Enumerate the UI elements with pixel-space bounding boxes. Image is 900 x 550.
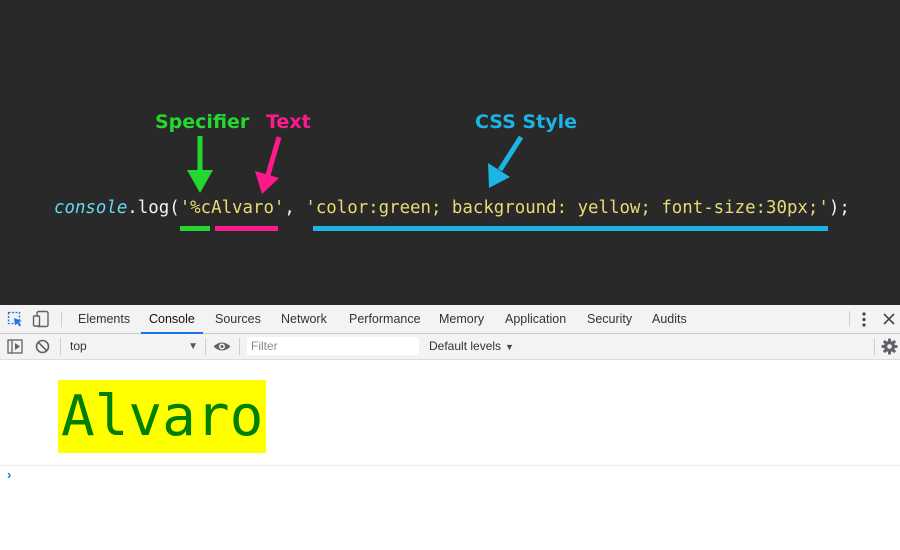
code-method: log bbox=[137, 198, 170, 218]
chevron-down-icon: ▼ bbox=[505, 342, 514, 352]
toolbar-separator bbox=[874, 338, 875, 355]
tab-application[interactable]: Application bbox=[505, 305, 566, 333]
toolbar-separator bbox=[60, 338, 61, 355]
devtools-tab-bar: Elements Console Sources Network Perform… bbox=[0, 305, 900, 334]
tab-separator bbox=[849, 311, 850, 327]
tab-elements[interactable]: Elements bbox=[78, 305, 130, 333]
code-comma: , bbox=[284, 198, 306, 218]
console-output: Alvaro bbox=[0, 360, 900, 466]
code-close: ); bbox=[828, 198, 850, 218]
execution-context-select[interactable]: top ▼ bbox=[70, 334, 198, 359]
inspect-element-icon[interactable] bbox=[7, 311, 24, 328]
code-open-paren: ( bbox=[169, 198, 180, 218]
filter-input[interactable] bbox=[247, 337, 419, 355]
log-levels-dropdown[interactable]: Default levels ▼ bbox=[429, 334, 514, 359]
device-toolbar-icon[interactable] bbox=[32, 310, 50, 329]
tab-network[interactable]: Network bbox=[281, 305, 327, 333]
code-style-string: 'color:green; background: yellow; font-s… bbox=[305, 198, 829, 218]
gear-icon[interactable] bbox=[881, 338, 898, 355]
css-style-underline bbox=[313, 226, 828, 231]
text-arrow-icon bbox=[255, 136, 282, 194]
context-value: top bbox=[70, 339, 87, 353]
tab-audits[interactable]: Audits bbox=[652, 305, 687, 333]
tab-separator bbox=[61, 311, 62, 327]
chevron-right-icon[interactable]: › bbox=[7, 467, 11, 482]
tab-security[interactable]: Security bbox=[587, 305, 632, 333]
toolbar-separator bbox=[205, 338, 206, 355]
annotation-arrows bbox=[187, 135, 524, 194]
specifier-arrow-icon bbox=[187, 136, 213, 193]
clear-console-icon[interactable] bbox=[34, 338, 51, 355]
code-format-string: '%cAlvaro' bbox=[179, 198, 285, 218]
tab-performance[interactable]: Performance bbox=[349, 305, 421, 333]
show-sidebar-icon[interactable] bbox=[6, 338, 24, 355]
chevron-down-icon: ▼ bbox=[188, 341, 198, 352]
log-levels-label: Default levels bbox=[429, 339, 502, 353]
live-expression-icon[interactable] bbox=[212, 338, 232, 355]
code-annotation-panel: Specifier Text CSS Style console.log('%c… bbox=[0, 0, 900, 305]
code-dot: . bbox=[127, 198, 138, 218]
tab-sources[interactable]: Sources bbox=[215, 305, 261, 333]
code-object: console bbox=[54, 198, 128, 218]
more-vertical-icon[interactable] bbox=[857, 310, 871, 329]
close-icon[interactable] bbox=[881, 311, 897, 327]
devtools-panel: Elements Console Sources Network Perform… bbox=[0, 305, 900, 550]
console-toolbar: top ▼ Default levels▼ bbox=[0, 334, 900, 360]
styled-log-message: Alvaro bbox=[58, 380, 267, 453]
specifier-underline bbox=[180, 226, 210, 231]
text-underline bbox=[215, 226, 278, 231]
tab-memory[interactable]: Memory bbox=[439, 305, 484, 333]
console-log-code: console.log('%cAlvaro', 'color:green; ba… bbox=[54, 198, 850, 218]
toolbar-separator bbox=[239, 338, 240, 355]
css-style-arrow-icon bbox=[488, 135, 524, 188]
tab-console[interactable]: Console bbox=[141, 305, 203, 334]
